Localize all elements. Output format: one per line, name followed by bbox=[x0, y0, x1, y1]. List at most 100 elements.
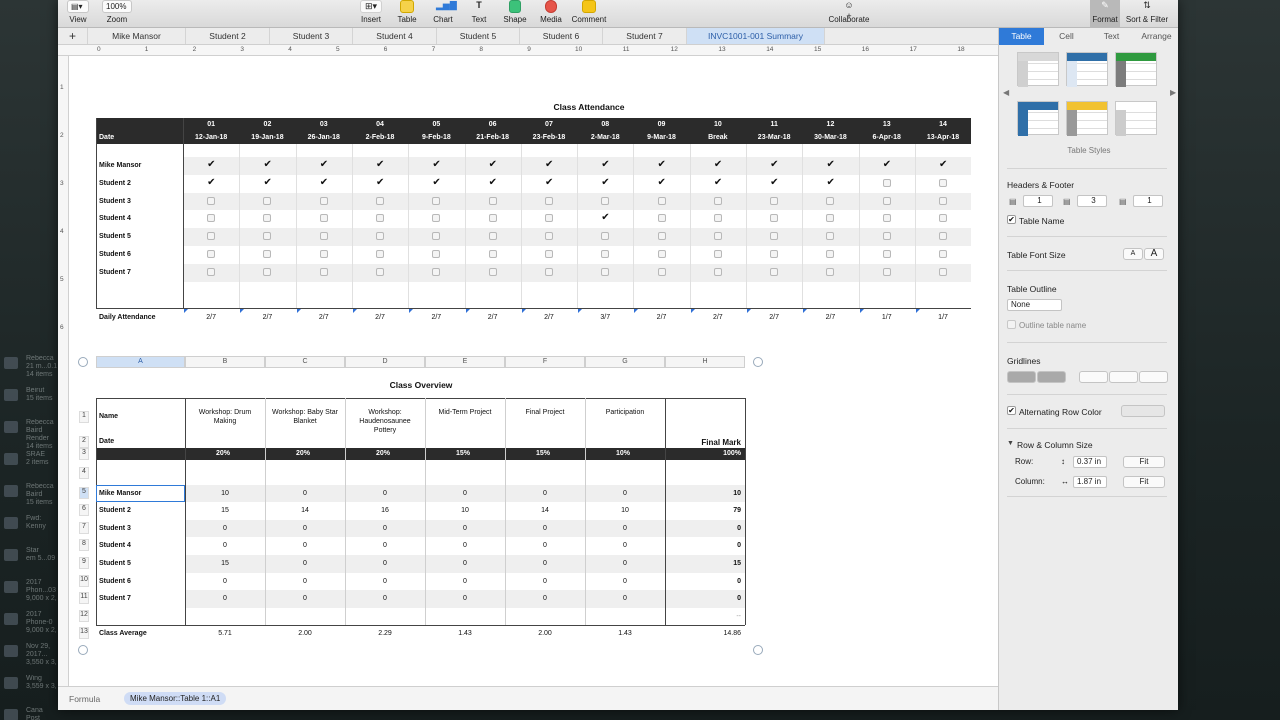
row-header[interactable]: 9 bbox=[79, 557, 89, 569]
header-rows-stepper[interactable]: 1 bbox=[1023, 195, 1053, 207]
attendance-checkbox[interactable] bbox=[376, 267, 385, 276]
attendance-checkbox[interactable]: ✔ bbox=[545, 160, 553, 170]
attendance-checkbox[interactable] bbox=[657, 196, 666, 205]
desktop-file-item[interactable]: Cana Post bbox=[4, 707, 58, 720]
alternating-color-well[interactable] bbox=[1121, 405, 1165, 417]
column-header[interactable]: F bbox=[505, 356, 585, 368]
increase-font-button[interactable]: A bbox=[1144, 248, 1164, 260]
table-name-checkbox[interactable]: ✔ bbox=[1007, 215, 1016, 224]
attendance-checkbox[interactable] bbox=[882, 250, 891, 258]
desktop-file-item[interactable]: Rebecca Baird Render 14 items bbox=[4, 419, 58, 449]
decrease-font-button[interactable]: A bbox=[1123, 248, 1143, 260]
attendance-checkbox[interactable] bbox=[488, 267, 497, 276]
attendance-checkbox[interactable] bbox=[376, 196, 385, 205]
attendance-checkbox[interactable] bbox=[544, 214, 553, 223]
comment-marker[interactable] bbox=[578, 308, 583, 313]
comment-marker[interactable] bbox=[915, 308, 920, 313]
attendance-checkbox[interactable]: ✔ bbox=[489, 177, 497, 187]
row-header[interactable]: 2 bbox=[79, 436, 89, 448]
attendance-checkbox[interactable] bbox=[882, 178, 891, 187]
sheet-tab[interactable]: Student 3 bbox=[270, 28, 353, 44]
attendance-checkbox[interactable] bbox=[713, 196, 722, 205]
attendance-checkbox[interactable] bbox=[882, 232, 891, 241]
zoom-control[interactable]: 100% Zoom bbox=[102, 0, 132, 24]
comment-marker[interactable] bbox=[634, 308, 639, 313]
attendance-checkbox[interactable] bbox=[882, 196, 891, 205]
sort-filter-button[interactable]: ⇅ Sort & Filter bbox=[1124, 0, 1170, 24]
attendance-checkbox[interactable] bbox=[770, 232, 779, 241]
column-header[interactable]: B bbox=[185, 356, 265, 368]
desktop-file-item[interactable]: Rebecca 21 m...0.1 14 items bbox=[4, 355, 58, 385]
attendance-checkbox[interactable] bbox=[263, 196, 272, 205]
attendance-checkbox[interactable] bbox=[207, 232, 216, 241]
table-style-thumbnail[interactable] bbox=[1017, 101, 1059, 136]
table-resize-handle[interactable] bbox=[753, 645, 763, 656]
attendance-checkbox[interactable] bbox=[826, 250, 835, 258]
chart-button[interactable]: ▂▅▇ Chart bbox=[430, 0, 457, 24]
add-sheet-button[interactable]: + bbox=[58, 28, 88, 44]
outline-style-select[interactable]: None bbox=[1007, 299, 1062, 311]
comment-marker[interactable] bbox=[184, 308, 188, 313]
attendance-checkbox[interactable]: ✔ bbox=[601, 213, 609, 223]
attendance-checkbox[interactable]: ✔ bbox=[263, 177, 271, 187]
attendance-checkbox[interactable]: ✔ bbox=[770, 177, 778, 187]
column-width-field[interactable]: 1.87 in bbox=[1073, 476, 1107, 488]
attendance-checkbox[interactable]: ✔ bbox=[714, 177, 722, 187]
attendance-checkbox[interactable] bbox=[713, 232, 722, 241]
comment-marker[interactable] bbox=[747, 308, 751, 313]
gridlines-body-button[interactable] bbox=[1109, 371, 1138, 383]
attendance-checkbox[interactable] bbox=[544, 232, 553, 241]
attendance-checkbox[interactable] bbox=[826, 214, 835, 223]
attendance-checkbox[interactable] bbox=[319, 196, 328, 205]
attendance-checkbox[interactable]: ✔ bbox=[601, 177, 609, 187]
row-height-field[interactable]: 0.37 in bbox=[1073, 456, 1107, 468]
attendance-checkbox[interactable] bbox=[544, 250, 553, 258]
row-resize-handle[interactable] bbox=[78, 645, 88, 656]
attendance-checkbox[interactable]: ✔ bbox=[826, 177, 834, 187]
column-header[interactable]: H bbox=[665, 356, 745, 368]
row-header[interactable]: 8 bbox=[79, 539, 89, 552]
attendance-checkbox[interactable] bbox=[544, 267, 553, 276]
collaborate-button[interactable]: ☺+ Collaborate bbox=[824, 0, 874, 24]
attendance-checkbox[interactable]: ✔ bbox=[320, 177, 328, 187]
attendance-checkbox[interactable]: ✔ bbox=[207, 160, 215, 170]
desktop-file-item[interactable]: SRAE 2 items bbox=[4, 451, 58, 481]
attendance-checkbox[interactable] bbox=[770, 267, 779, 276]
table-style-thumbnail[interactable] bbox=[1066, 52, 1108, 87]
alternating-row-checkbox[interactable]: ✔ bbox=[1007, 406, 1016, 415]
comment-button[interactable]: Comment bbox=[570, 0, 608, 24]
attendance-checkbox[interactable] bbox=[657, 250, 666, 258]
attendance-checkbox[interactable] bbox=[432, 196, 441, 205]
comment-marker[interactable] bbox=[409, 308, 414, 313]
attendance-checkbox[interactable] bbox=[376, 214, 385, 223]
attendance-checkbox[interactable] bbox=[882, 214, 891, 223]
table-button[interactable]: Table bbox=[394, 0, 420, 24]
attendance-checkbox[interactable]: ✔ bbox=[263, 160, 271, 170]
table-style-thumbnail[interactable] bbox=[1017, 52, 1059, 87]
row-header[interactable]: 13 bbox=[79, 627, 89, 640]
row-header[interactable]: 5 bbox=[79, 486, 89, 499]
comment-marker[interactable] bbox=[690, 308, 695, 313]
attendance-checkbox[interactable] bbox=[488, 232, 497, 241]
attendance-checkbox[interactable] bbox=[207, 196, 216, 205]
attendance-checkbox[interactable] bbox=[713, 267, 722, 276]
comment-marker[interactable] bbox=[803, 308, 808, 313]
desktop-file-item[interactable]: Beirut 15 items bbox=[4, 387, 58, 417]
inspector-tab[interactable]: Text bbox=[1089, 28, 1134, 45]
attendance-checkbox[interactable] bbox=[432, 267, 441, 276]
row-header[interactable]: 3 bbox=[79, 448, 89, 460]
attendance-checkbox[interactable] bbox=[544, 196, 553, 205]
attendance-checkbox[interactable] bbox=[263, 250, 272, 258]
row-header[interactable]: 11 bbox=[79, 592, 89, 605]
sheet-tab[interactable]: Student 6 bbox=[520, 28, 603, 44]
attendance-checkbox[interactable] bbox=[939, 196, 948, 205]
attendance-checkbox[interactable] bbox=[601, 267, 610, 276]
attendance-checkbox[interactable] bbox=[713, 250, 722, 258]
attendance-checkbox[interactable] bbox=[939, 178, 948, 187]
attendance-checkbox[interactable] bbox=[319, 232, 328, 241]
table-style-thumbnail[interactable] bbox=[1115, 101, 1157, 136]
attendance-checkbox[interactable] bbox=[657, 267, 666, 276]
desktop-file-item[interactable]: Nov 29, 2017... 3,550 x 3, bbox=[4, 643, 58, 673]
attendance-checkbox[interactable] bbox=[770, 196, 779, 205]
attendance-checkbox[interactable] bbox=[939, 232, 948, 241]
